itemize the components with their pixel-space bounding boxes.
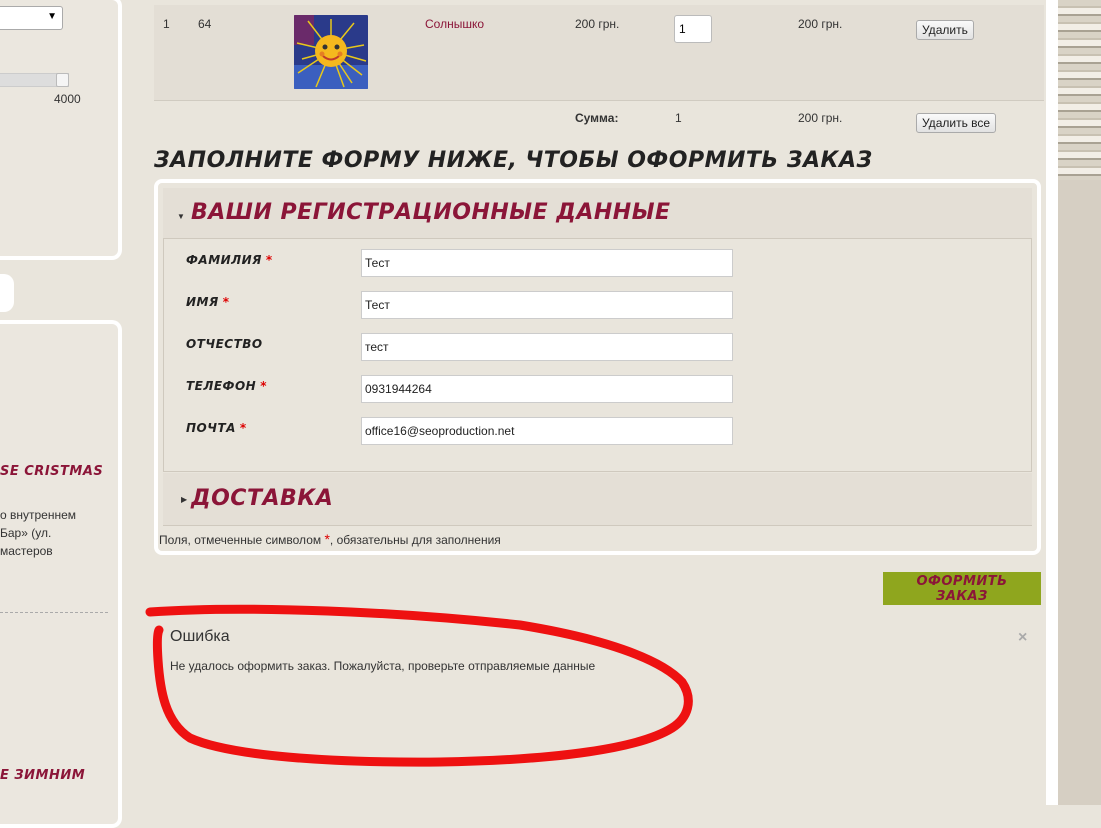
registration-section-header[interactable]: ▼ Ваши регистрационные данные bbox=[163, 188, 1032, 239]
cart-item-num: 1 bbox=[163, 17, 170, 31]
delete-all-button[interactable]: Удалить все bbox=[916, 113, 997, 133]
registration-fields: Фамилия* Имя* Отчество Телефон* Почта* bbox=[163, 239, 1032, 472]
delivery-section-header[interactable]: ▶ Доставка bbox=[163, 473, 1032, 526]
news-title-link[interactable]: SE CRISTMAS bbox=[0, 464, 103, 479]
required-fields-note: Поля, отмеченные символом *, обязательны… bbox=[159, 531, 501, 547]
submit-order-button[interactable]: Оформить заказ bbox=[883, 572, 1041, 605]
form-heading: Заполните форму ниже, чтобы оформить зак… bbox=[154, 148, 873, 173]
phone-field[interactable] bbox=[361, 375, 733, 403]
field-label-phone: Телефон * bbox=[186, 379, 267, 393]
firstname-field[interactable] bbox=[361, 291, 733, 319]
sidebar-select[interactable]: ▼ bbox=[0, 6, 63, 30]
field-label-email: Почта * bbox=[186, 421, 247, 435]
sum-total: 200 грн. bbox=[798, 111, 843, 125]
sum-qty: 1 bbox=[675, 111, 682, 125]
field-label-middlename: Отчество bbox=[186, 337, 263, 351]
field-label-lastname: Фамилия * bbox=[186, 253, 273, 267]
close-icon[interactable]: × bbox=[1018, 629, 1027, 647]
chevron-down-icon: ▼ bbox=[47, 11, 57, 22]
middlename-field[interactable] bbox=[361, 333, 733, 361]
news-title-link-2[interactable]: Е ЗИМНИМ bbox=[0, 768, 85, 783]
product-name-link[interactable]: Солнышко bbox=[425, 17, 484, 31]
cart-item-total: 200 грн. bbox=[798, 17, 843, 31]
news-text: о внутреннем Бар» (ул. мастеров bbox=[0, 508, 77, 558]
news-divider bbox=[0, 612, 108, 613]
error-message-box: Ошибка Не удалось оформить заказ. Пожалу… bbox=[160, 620, 1040, 740]
delivery-section-title: Доставка bbox=[191, 486, 334, 511]
price-max-label: 4000 bbox=[54, 92, 81, 106]
sum-label: Сумма: bbox=[575, 111, 619, 125]
cart-item-row: 1 64 Солнышко 200 грн. 200 грн. Удалить bbox=[154, 5, 1044, 101]
registration-section-title: Ваши регистрационные данные bbox=[191, 200, 671, 225]
sidebar-search-tab[interactable] bbox=[0, 274, 14, 312]
triangle-down-icon: ▼ bbox=[177, 212, 185, 221]
error-message: Не удалось оформить заказ. Пожалуйста, п… bbox=[170, 659, 596, 673]
email-field[interactable] bbox=[361, 417, 733, 445]
error-title: Ошибка bbox=[170, 628, 230, 645]
cart-item-code: 64 bbox=[198, 17, 212, 31]
triangle-right-icon: ▶ bbox=[181, 495, 188, 504]
delete-item-button[interactable]: Удалить bbox=[916, 20, 974, 40]
price-slider[interactable] bbox=[0, 73, 69, 87]
sidebar-news-panel bbox=[0, 320, 122, 828]
quantity-input[interactable] bbox=[674, 15, 712, 43]
sidebar-filter-panel: ▼ 4000 bbox=[0, 0, 122, 260]
background-texture bbox=[1058, 0, 1101, 805]
checkout-form-panel: ▼ Ваши регистрационные данные Фамилия* И… bbox=[154, 179, 1041, 555]
product-thumbnail[interactable] bbox=[294, 15, 368, 89]
field-label-firstname: Имя * bbox=[186, 295, 230, 309]
content-border bbox=[1046, 0, 1058, 805]
cart-sum-row: Сумма: 1 200 грн. Удалить все bbox=[154, 100, 1044, 140]
price-slider-handle[interactable] bbox=[56, 73, 69, 87]
cart-item-price: 200 грн. bbox=[575, 17, 620, 31]
lastname-field[interactable] bbox=[361, 249, 733, 277]
